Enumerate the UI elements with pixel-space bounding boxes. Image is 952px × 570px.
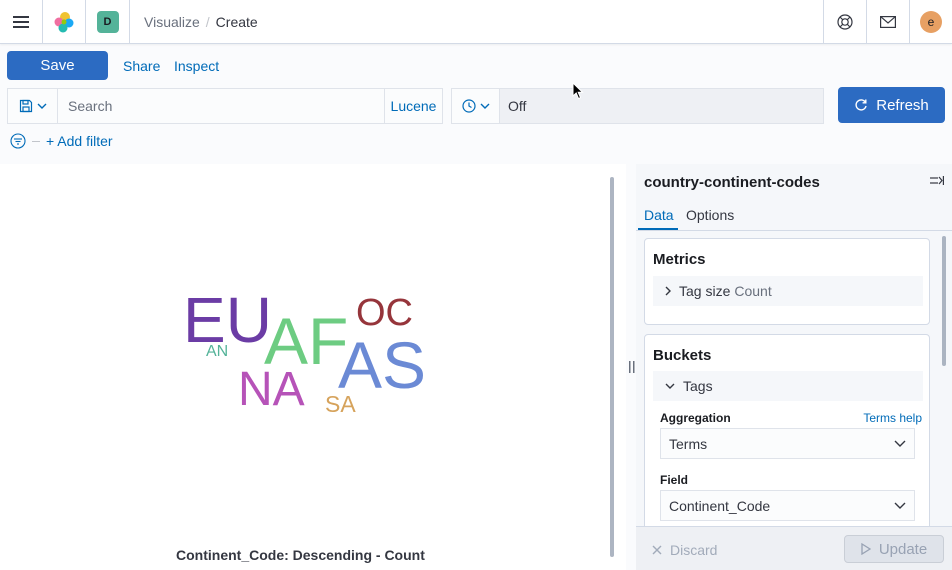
discard-label: Discard — [670, 542, 718, 558]
newsfeed-button[interactable] — [866, 0, 909, 44]
editor-sidebar: country-continent-codes Data Options Met… — [636, 164, 952, 570]
avatar: e — [920, 11, 942, 33]
refresh-interval-value[interactable]: Off — [500, 89, 526, 123]
chevron-down-icon — [894, 440, 906, 447]
collapse-sidebar-icon[interactable] — [930, 175, 944, 187]
inspect-link[interactable]: Inspect — [174, 58, 219, 74]
refresh-button[interactable]: Refresh — [838, 87, 945, 123]
breadcrumb: Visualize / Create — [130, 14, 258, 30]
space-avatar: D — [96, 10, 119, 33]
divider — [32, 140, 40, 142]
save-icon — [19, 99, 32, 113]
sidebar-footer: Discard Update — [636, 526, 952, 570]
search-input[interactable] — [58, 89, 384, 123]
chevron-down-icon — [665, 383, 675, 389]
play-icon — [861, 543, 871, 555]
breadcrumb-separator: / — [205, 13, 210, 30]
close-icon — [652, 545, 662, 555]
elastic-logo-link[interactable] — [43, 0, 86, 44]
space-selector[interactable]: D — [86, 0, 130, 44]
chevron-down-icon — [37, 103, 46, 109]
field-label: Field — [660, 473, 689, 487]
refresh-label: Refresh — [876, 96, 929, 114]
index-pattern-title: country-continent-codes — [644, 174, 820, 191]
query-bar: Lucene — [7, 88, 443, 124]
filter-bar: + Add filter — [10, 131, 113, 151]
divider — [636, 230, 952, 231]
filter-icon[interactable] — [10, 133, 26, 149]
sidebar-scrollbar[interactable] — [942, 236, 946, 366]
visualization-canvas: EU AF OC AS AN NA SA — [0, 164, 626, 570]
clock-icon — [461, 99, 476, 113]
metrics-title: Metrics — [653, 251, 706, 268]
mouse-cursor-icon — [572, 82, 584, 100]
query-language-button[interactable]: Lucene — [384, 89, 442, 123]
time-picker: Off — [451, 88, 824, 124]
update-button[interactable]: Update — [844, 535, 944, 563]
metric-agg-sub: Count — [734, 283, 772, 299]
tag-word[interactable]: AS — [338, 332, 426, 398]
terms-help-link[interactable]: Terms help — [863, 411, 922, 425]
mail-icon — [880, 16, 896, 28]
refresh-icon — [855, 99, 867, 111]
update-label: Update — [878, 540, 928, 558]
tag-word[interactable]: NA — [238, 366, 305, 414]
chevron-right-icon — [665, 286, 671, 296]
tag-word[interactable]: SA — [325, 393, 356, 416]
breadcrumb-visualize[interactable]: Visualize — [144, 14, 200, 30]
bucket-agg-label: Tags — [683, 378, 713, 394]
saved-query-button[interactable] — [8, 89, 58, 123]
quick-menu-button[interactable] — [452, 89, 500, 123]
add-filter-button[interactable]: + Add filter — [46, 133, 113, 149]
metric-agg-label: Tag size — [679, 283, 731, 299]
help-icon — [837, 14, 853, 30]
aggregation-label: Aggregation — [660, 411, 731, 425]
drag-handle-icon — [629, 361, 635, 373]
field-select[interactable]: Continent_Code — [660, 490, 915, 521]
visualization-scrollbar[interactable] — [610, 177, 614, 557]
menu-button[interactable] — [0, 0, 43, 44]
chevron-down-icon — [894, 502, 906, 509]
aggregation-value: Terms — [669, 435, 708, 452]
bucket-agg-toggle[interactable]: Tags — [653, 371, 923, 401]
tag-word[interactable]: OC — [356, 294, 413, 332]
user-menu-button[interactable]: e — [909, 0, 952, 44]
tab-options[interactable]: Options — [686, 207, 734, 223]
global-header: D Visualize / Create e — [0, 0, 952, 44]
legend-title: Continent_Code: Descending - Count — [176, 547, 425, 563]
help-button[interactable] — [823, 0, 866, 44]
field-value: Continent_Code — [669, 497, 771, 514]
metrics-panel: Metrics Tag size Count — [644, 238, 930, 325]
buckets-title: Buckets — [653, 347, 712, 364]
elastic-logo — [54, 11, 74, 32]
resize-handle[interactable] — [629, 361, 635, 376]
menu-icon — [13, 15, 29, 28]
chevron-down-icon — [480, 103, 489, 109]
tab-data[interactable]: Data — [644, 207, 674, 223]
aggregation-select[interactable]: Terms — [660, 428, 915, 459]
save-button[interactable]: Save — [7, 51, 108, 80]
discard-button[interactable]: Discard — [652, 542, 717, 558]
metric-agg-toggle[interactable]: Tag size Count — [653, 276, 923, 306]
breadcrumb-create: Create — [215, 13, 258, 30]
share-link[interactable]: Share — [123, 58, 160, 74]
tag-word[interactable]: AN — [206, 344, 228, 360]
